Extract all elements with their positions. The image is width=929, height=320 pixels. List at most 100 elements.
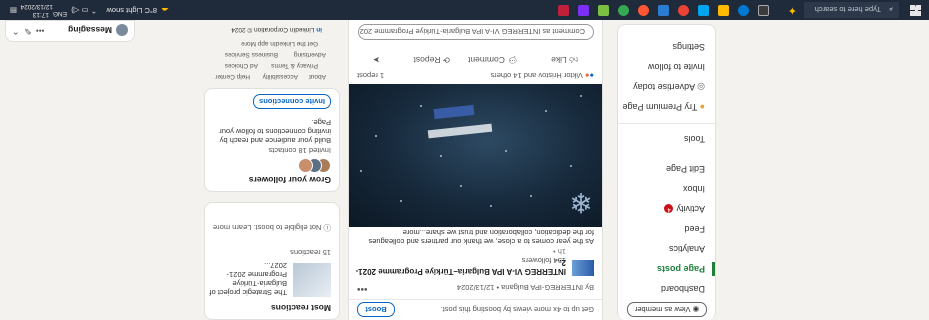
more-options-icon[interactable]: ••• <box>36 26 44 35</box>
invited-count: Invited 18 contacts <box>268 146 331 155</box>
sidebar-item-tools[interactable]: Tools <box>684 134 705 144</box>
weather-icon: ☁ <box>161 6 170 15</box>
activity-label: Activity <box>676 204 705 214</box>
post-caption: As the year comes to a close, we thank o… <box>368 228 594 246</box>
active-indicator <box>712 262 715 276</box>
comment-input[interactable]: Comment as INTERREG VI-A IPA Bulgaria-Tü… <box>358 24 594 40</box>
footer-link-privacy[interactable]: Privacy & Terms <box>271 62 318 69</box>
sidebar-item-activity[interactable]: Activity4 <box>664 203 705 214</box>
boost-eligibility: ⓘ Not eligible to boost. Learn more <box>213 222 331 233</box>
invite-connections-button[interactable]: Invite connections <box>253 94 331 109</box>
reactions-summary[interactable]: ●● Viktor Hristov and 14 others <box>490 71 594 80</box>
clock-date[interactable]: 12/13/2024 <box>20 3 53 10</box>
followers-count: 154 followers <box>521 256 566 265</box>
compose-icon[interactable]: ✎ <box>24 25 32 36</box>
footer-link-business-services[interactable]: Business Services <box>225 51 278 58</box>
app-icon[interactable] <box>618 5 629 16</box>
boost-button[interactable]: Boost <box>357 302 395 317</box>
weather-widget-icon[interactable]: ✦ <box>788 4 797 17</box>
footer-link-advertising[interactable]: Advertising <box>294 51 326 58</box>
right-rail: Most reactions The Strategic project of … <box>204 0 340 320</box>
banner-shape <box>427 123 493 139</box>
premium-label: Try Premium Page <box>622 102 698 112</box>
comment-icon: 💬︎ <box>507 55 518 65</box>
repost-label: Repost <box>413 55 441 65</box>
divider <box>618 123 715 124</box>
footer-link-ad-choices[interactable]: Ad Choices <box>225 62 258 69</box>
advertise-link[interactable]: ◎ Advertise today <box>633 81 705 92</box>
messaging-bar[interactable]: Messaging ••• ✎ ⌃ <box>5 20 135 42</box>
reposts-count[interactable]: 1 repost <box>357 71 384 80</box>
footer-brand-text: LinkedIn Corporation © 2024 <box>231 26 315 33</box>
flag-shape <box>433 104 475 120</box>
clock-time[interactable]: 17:13 <box>33 11 49 18</box>
premium-link[interactable]: ● Try Premium Page <box>623 102 705 112</box>
sidebar-item-feed[interactable]: Feed <box>684 224 705 234</box>
view-as-member-label: View as member <box>634 305 691 314</box>
send-icon: ➤ <box>372 55 380 65</box>
more-options-icon[interactable]: ••• <box>357 283 368 294</box>
chrome-icon[interactable] <box>678 5 689 16</box>
outlook-icon[interactable] <box>658 5 669 16</box>
most-reactions-item[interactable]: The Strategic project of Bulgaria-Türkiy… <box>209 261 287 297</box>
sidebar-item-dashboard[interactable]: Dashboard <box>661 284 705 294</box>
firefox-icon[interactable] <box>638 5 649 16</box>
sidebar-item-inbox[interactable]: Inbox <box>683 184 705 194</box>
taskbar-weather[interactable]: 8°C Light snow <box>106 6 157 15</box>
boost-prompt: Get up to 4x more views by boosting this… <box>440 305 594 314</box>
edge-icon[interactable] <box>738 5 749 16</box>
settings-link[interactable]: Settings <box>672 42 705 52</box>
send-button[interactable]: ➤ <box>373 54 380 65</box>
avatar <box>116 24 128 36</box>
file-explorer-icon[interactable] <box>718 5 729 16</box>
footer-link-about[interactable]: About <box>309 73 326 80</box>
post-author-line[interactable]: By INTERREG-IPA Bulgaria • 12/13/2024 <box>457 283 594 292</box>
app-icon[interactable] <box>558 5 569 16</box>
footer-link-more[interactable]: More <box>241 40 256 47</box>
reactions-text: Viktor Hristov and 14 others <box>490 71 583 80</box>
repost-button[interactable]: ⟳ Repost <box>414 54 450 65</box>
view-as-member-button[interactable]: ◉ View as member <box>627 302 707 317</box>
task-view-icon[interactable] <box>758 5 769 16</box>
post-actions: 👍︎ Like 💬︎ Comment ⟳ Repost ➤ <box>349 49 602 65</box>
snowflake-icon: ❄ <box>569 187 593 218</box>
app-icon[interactable] <box>598 5 609 16</box>
messaging-label: Messaging <box>68 25 112 35</box>
celebrate-reaction-icon: ● <box>584 71 590 80</box>
sidebar-item-edit-page[interactable]: Edit Page <box>666 164 705 174</box>
app-icon[interactable] <box>578 5 589 16</box>
taskbar-search[interactable]: ⌕ Type here to search <box>804 2 899 18</box>
system-tray-icons[interactable]: ⌃ ▭ ◁) <box>71 6 97 15</box>
windows-taskbar: ⌕ Type here to search ✦ ☁ 8°C Light snow… <box>0 0 929 20</box>
comment-button[interactable]: 💬︎ Comment <box>468 54 518 65</box>
activity-badge: 4 <box>664 203 674 213</box>
most-reactions-card: Most reactions The Strategic project of … <box>204 202 340 320</box>
page-admin-sidebar: ◉ View as member Dashboard Page posts An… <box>617 24 716 320</box>
sidebar-item-analytics[interactable]: Analytics <box>669 244 705 254</box>
grow-followers-title: Grow your followers <box>248 175 331 185</box>
windows-start-icon[interactable] <box>910 5 921 16</box>
sidebar-item-page-posts[interactable]: Page posts <box>657 264 705 274</box>
post-card: Get up to 4x more views by boosting this… <box>348 0 603 320</box>
store-icon[interactable] <box>698 5 709 16</box>
notifications-icon[interactable]: ▤ <box>10 6 17 15</box>
chevron-up-icon[interactable]: ⌃ <box>12 25 20 36</box>
repost-icon: ⟳ <box>442 55 450 65</box>
grow-followers-body: Build your audience and reach by invitin… <box>219 118 331 145</box>
megaphone-icon: ◎ <box>697 82 705 92</box>
footer-link-accessibility[interactable]: Accessibility <box>263 73 298 80</box>
advertise-label: Advertise today <box>633 82 696 92</box>
invite-to-follow-link[interactable]: Invite to follow <box>648 62 705 72</box>
taskbar-search-placeholder: Type here to search <box>814 5 881 14</box>
like-button[interactable]: 👍︎ Like <box>551 54 578 65</box>
post-image[interactable]: ❄ <box>349 84 602 227</box>
comment-label: Comment <box>467 55 505 65</box>
most-reactions-thumbnail[interactable] <box>293 263 331 297</box>
eye-icon: ◉ <box>692 305 700 314</box>
grow-followers-card: Grow your followers Invited 18 contacts … <box>204 88 340 192</box>
footer-link-help-center[interactable]: Help Center <box>215 73 250 80</box>
most-reactions-meta: 15 reactions <box>290 248 331 257</box>
input-language[interactable]: ENG <box>53 10 67 17</box>
footer-link-get-app[interactable]: Get the LinkedIn app <box>258 40 318 47</box>
org-logo[interactable] <box>572 260 594 276</box>
